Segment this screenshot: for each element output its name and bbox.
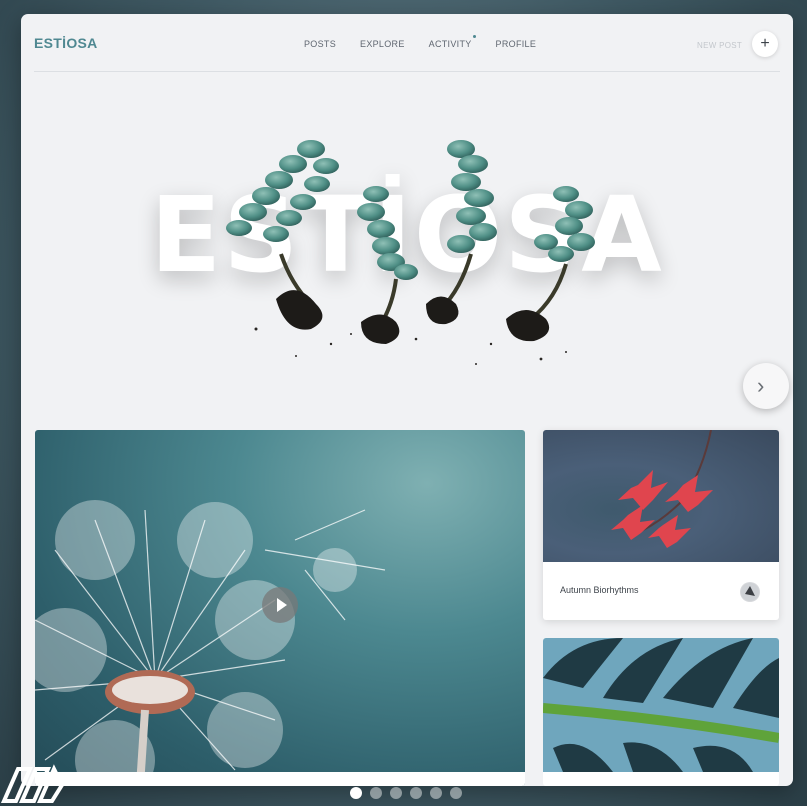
nav-profile[interactable]: PROFILE — [496, 39, 537, 49]
nav-explore[interactable]: EXPLORE — [360, 39, 405, 49]
featured-post-caption — [35, 772, 525, 786]
red-leaves — [611, 430, 713, 548]
autumn-leaf-image — [543, 430, 779, 562]
succulent-1 — [226, 140, 339, 330]
succulent-illustration — [226, 140, 595, 365]
succulent-2 — [357, 186, 418, 344]
notification-dot — [472, 35, 476, 38]
page-dot-5[interactable] — [430, 787, 442, 799]
header-divider — [34, 71, 780, 72]
page-dot-6[interactable] — [450, 787, 462, 799]
top-bar: ESTİOSA POSTS EXPLORE ACTIVITY PROFILE N… — [21, 14, 793, 72]
carousel-next-button[interactable]: › — [743, 363, 789, 409]
nav-activity[interactable]: ACTIVITY — [428, 35, 476, 49]
avatar-icon — [741, 583, 759, 601]
fern-illustration — [543, 638, 779, 772]
page-dot-3[interactable] — [390, 787, 402, 799]
page-dot-1[interactable] — [350, 787, 362, 799]
nav-activity-label: ACTIVITY — [428, 39, 472, 49]
new-post-link[interactable]: NEW POST — [697, 41, 742, 50]
plus-icon: + — [760, 35, 770, 52]
hero-banner: ESTİOSA — [21, 94, 793, 414]
author-avatar[interactable] — [740, 582, 760, 602]
succulent-4 — [506, 186, 595, 342]
page-dot-2[interactable] — [370, 787, 382, 799]
fern-leaf-image — [543, 638, 779, 772]
watermark-logo-icon — [0, 764, 65, 803]
chevron-right-icon: › — [757, 373, 765, 398]
app-window: ESTİOSA POSTS EXPLORE ACTIVITY PROFILE N… — [21, 14, 793, 786]
play-button[interactable] — [262, 587, 298, 623]
post-card-autumn[interactable]: Autumn Biorhythms — [543, 430, 779, 620]
main-nav: POSTS EXPLORE ACTIVITY PROFILE — [304, 35, 560, 49]
post-title[interactable]: Autumn Biorhythms — [560, 585, 639, 595]
add-post-button[interactable]: + — [752, 31, 778, 57]
featured-post-card[interactable] — [35, 430, 525, 786]
post-card-fern[interactable] — [543, 638, 779, 786]
logo[interactable]: ESTİOSA — [34, 35, 98, 51]
carousel-pagination — [350, 787, 462, 799]
succulent-3 — [426, 140, 497, 325]
nav-posts[interactable]: POSTS — [304, 39, 336, 49]
page-dot-4[interactable] — [410, 787, 422, 799]
